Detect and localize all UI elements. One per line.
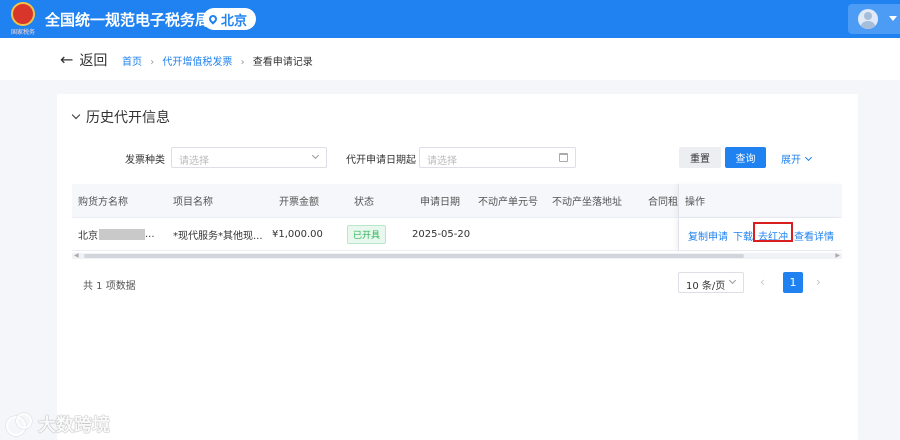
back-button[interactable]: ← 返回 — [60, 50, 107, 70]
col-property-address: 不动产坐落地址 — [552, 197, 622, 208]
col-lease-contract: 合同租赁 — [648, 197, 678, 208]
view-details-link[interactable]: 查看详情 — [794, 228, 834, 243]
invoice-type-label: 发票种类 — [125, 155, 165, 166]
status-cell: 已开具 — [347, 218, 387, 250]
site-title: 全国统一规范电子税务局 — [45, 11, 211, 29]
top-header-bar: 国家税务 全国统一规范电子税务局 北京 — [0, 0, 900, 38]
calendar-icon — [559, 153, 568, 162]
chevron-down-icon — [804, 153, 813, 161]
breadcrumb-separator: › — [150, 57, 155, 68]
reset-button[interactable]: 重置 — [679, 147, 721, 168]
expand-label: 展开 — [781, 155, 801, 166]
date-cell: 2025-05-20 — [412, 228, 471, 240]
page-size-select[interactable]: 10 条/页 — [678, 272, 744, 293]
invoice-type-select[interactable]: 请选择 — [171, 147, 327, 168]
watermark-text: 大数跨境 — [38, 415, 110, 436]
page-size-label: 10 条/页 — [686, 281, 726, 292]
col-item: 项目名称 — [173, 197, 213, 208]
total-count: 共 1 项数据 — [83, 281, 136, 292]
breadcrumb: 首页 › 代开增值税发票 › 查看申请记录 — [122, 53, 313, 68]
col-actions: 操作 — [685, 197, 705, 208]
amount-cell: ¥1,000.00 — [272, 228, 323, 240]
download-link[interactable]: 下载 — [733, 228, 753, 243]
history-card: 历史代开信息 发票种类 请选择 代开申请日期起 请选择 重置 查询 展开 购货方… — [57, 94, 858, 440]
apply-date-picker[interactable]: 请选择 — [419, 147, 576, 168]
breadcrumb-separator: › — [240, 57, 245, 68]
breadcrumb-bar: ← 返回 首页 › 代开增值税发票 › 查看申请记录 — [0, 38, 900, 80]
expand-button[interactable]: 展开 — [781, 151, 813, 166]
select-caret-icon — [728, 276, 737, 285]
emblem-subtext: 国家税务 — [10, 29, 35, 36]
copy-application-link[interactable]: 复制申请 — [688, 228, 728, 243]
arrow-left-icon: ← — [60, 50, 74, 69]
buyer-cell: 北京 ... — [78, 218, 155, 250]
watermark-logo-icon — [6, 413, 32, 436]
breadcrumb-current: 查看申请记录 — [252, 57, 313, 68]
breadcrumb-home[interactable]: 首页 — [122, 57, 142, 68]
status-badge: 已开具 — [347, 224, 387, 244]
table-row: 北京 ... *现代服务*其他现... ¥1,000.00 已开具 2025-0… — [72, 218, 842, 251]
buyer-suffix: ... — [145, 228, 155, 240]
region-label: 北京 — [221, 13, 248, 29]
col-buyer: 购货方名称 — [78, 197, 128, 208]
col-property-unit: 不动产单元号 — [478, 197, 538, 208]
watermark: 大数跨境 — [6, 411, 110, 437]
select-caret-icon — [311, 151, 320, 160]
scrollbar-thumb[interactable] — [84, 254, 744, 258]
table-header: 购货方名称 项目名称 开票金额 状态 申请日期 不动产单元号 不动产坐落地址 合… — [72, 184, 842, 218]
back-label: 返回 — [79, 53, 108, 69]
user-menu[interactable] — [848, 4, 900, 34]
buyer-name: 北京 — [78, 230, 98, 242]
highlight-box — [753, 222, 793, 242]
col-date: 申请日期 — [420, 197, 460, 208]
item-cell: *现代服务*其他现... — [173, 230, 263, 242]
section-toggle[interactable]: 历史代开信息 — [71, 107, 170, 127]
section-title: 历史代开信息 — [86, 110, 170, 126]
redacted-block — [99, 228, 145, 240]
horizontal-scrollbar[interactable]: ◀ ▶ — [72, 253, 842, 259]
location-pin-icon — [207, 13, 219, 25]
scroll-right-icon: ▶ — [835, 252, 840, 259]
breadcrumb-vat-invoice[interactable]: 代开增值税发票 — [162, 57, 232, 68]
region-selector[interactable]: 北京 — [203, 8, 257, 30]
col-actions-wrap: 操作 — [678, 184, 842, 217]
prev-page-icon[interactable]: ‹ — [760, 275, 765, 289]
query-button[interactable]: 查询 — [725, 147, 766, 168]
scroll-left-icon: ◀ — [74, 252, 79, 259]
apply-date-label: 代开申请日期起 — [346, 155, 416, 166]
tax-emblem-icon: 国家税务 — [8, 2, 38, 36]
page-number[interactable]: 1 — [783, 272, 803, 293]
chevron-down-icon — [71, 110, 81, 120]
col-status: 状态 — [354, 197, 374, 208]
apply-date-placeholder: 请选择 — [427, 156, 457, 167]
col-amount: 开票金额 — [279, 197, 319, 208]
invoice-type-placeholder: 请选择 — [179, 156, 209, 167]
caret-down-icon — [889, 16, 897, 21]
next-page-icon[interactable]: › — [816, 275, 821, 289]
avatar — [858, 9, 878, 29]
